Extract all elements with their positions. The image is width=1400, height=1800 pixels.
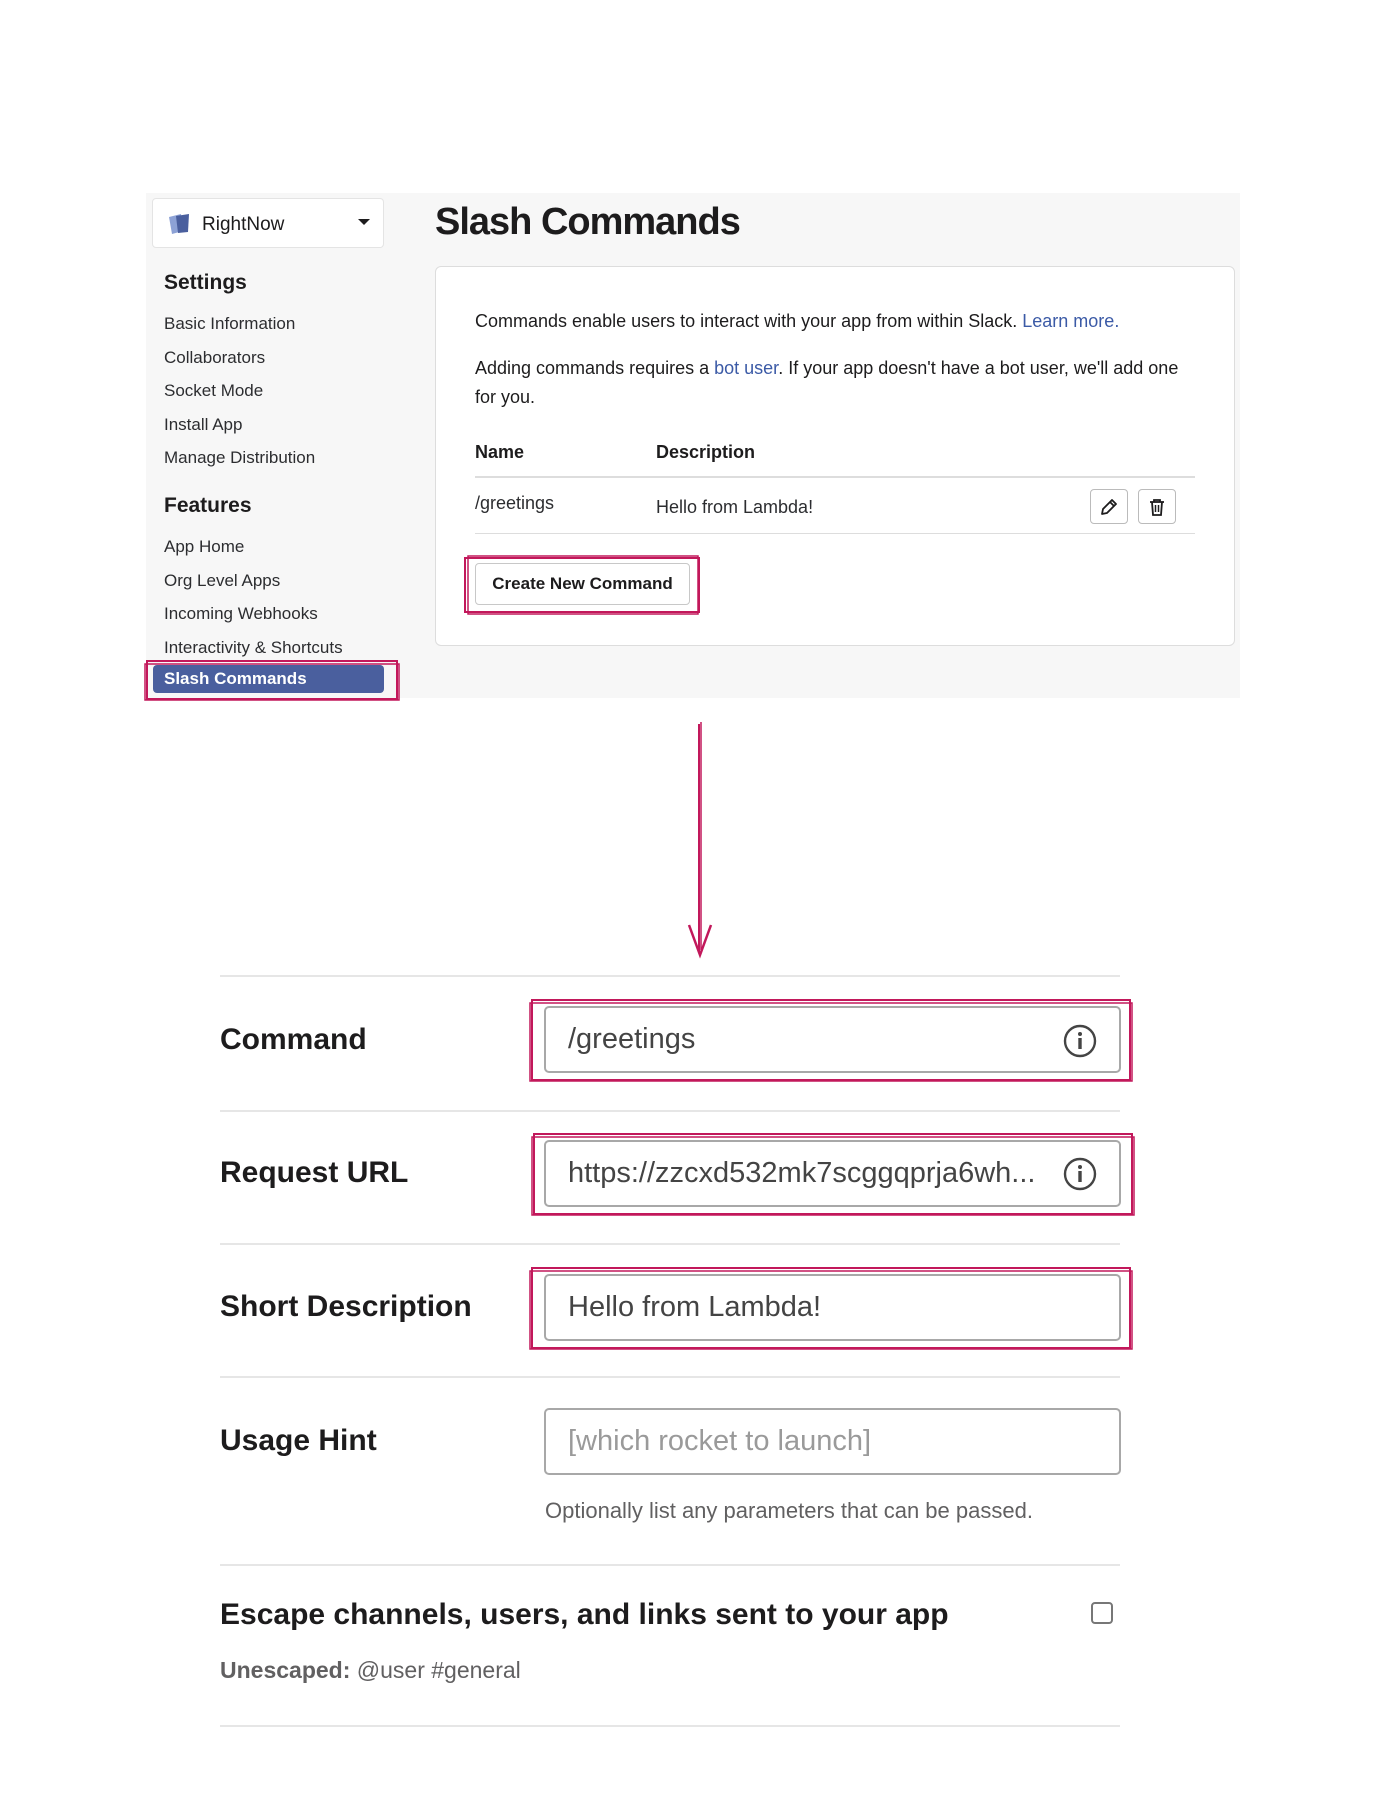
command-description-cell: Hello from Lambda! xyxy=(656,497,814,517)
sidebar-item-collaborators[interactable]: Collaborators xyxy=(164,348,265,368)
sidebar-item-install-app[interactable]: Install App xyxy=(164,415,242,435)
sidebar-item-basic-information[interactable]: Basic Information xyxy=(164,314,295,334)
short-description-label: Short Description xyxy=(220,1290,472,1323)
create-new-command-button[interactable]: Create New Command xyxy=(475,563,690,605)
short-description-input[interactable] xyxy=(544,1274,1121,1341)
sidebar-item-interactivity-shortcuts[interactable]: Interactivity & Shortcuts xyxy=(164,638,343,658)
usage-hint-help-text: Optionally list any parameters that can … xyxy=(545,1498,1033,1523)
command-name-cell: /greetings xyxy=(475,493,555,513)
app-logo-icon xyxy=(169,214,189,234)
sidebar-item-incoming-webhooks[interactable]: Incoming Webhooks xyxy=(164,604,318,624)
sidebar-item-slash-commands[interactable]: Slash Commands xyxy=(153,665,384,693)
unescaped-example: Unescaped: @user #general xyxy=(220,1657,521,1683)
request-url-label: Request URL xyxy=(220,1156,409,1189)
pencil-icon xyxy=(1101,498,1117,515)
intro-text: Commands enable users to interact with y… xyxy=(475,311,1120,331)
form-divider xyxy=(220,1725,1120,1727)
table-header-divider xyxy=(475,476,1195,478)
sidebar-heading-features: Features xyxy=(164,494,252,517)
edit-command-button[interactable] xyxy=(1090,489,1128,524)
column-header-description: Description xyxy=(656,442,756,462)
table-row-divider xyxy=(475,533,1195,534)
app-selector-dropdown[interactable]: RightNow xyxy=(152,198,384,248)
info-icon[interactable] xyxy=(1063,1157,1097,1191)
command-input[interactable] xyxy=(544,1006,1121,1073)
app-name: RightNow xyxy=(202,214,285,235)
usage-hint-label: Usage Hint xyxy=(220,1424,377,1457)
trash-icon xyxy=(1150,498,1164,516)
sidebar-item-socket-mode[interactable]: Socket Mode xyxy=(164,381,263,401)
form-divider xyxy=(220,1110,1120,1112)
bot-user-link[interactable]: bot user xyxy=(714,358,778,378)
escape-option-label: Escape channels, users, and links sent t… xyxy=(220,1598,949,1631)
form-divider xyxy=(220,1564,1120,1566)
column-header-name: Name xyxy=(475,442,525,462)
sidebar-item-org-level-apps[interactable]: Org Level Apps xyxy=(164,571,280,591)
delete-command-button[interactable] xyxy=(1138,489,1176,524)
down-arrow-icon xyxy=(687,722,713,959)
sidebar-item-app-home[interactable]: App Home xyxy=(164,537,244,557)
form-divider xyxy=(220,1376,1120,1378)
form-divider xyxy=(220,1243,1120,1245)
form-divider xyxy=(220,975,1120,977)
chevron-down-icon xyxy=(358,219,370,225)
usage-hint-input[interactable] xyxy=(544,1408,1121,1475)
learn-more-link[interactable]: Learn more. xyxy=(1022,311,1119,331)
page-title: Slash Commands xyxy=(435,201,741,243)
request-url-input[interactable] xyxy=(544,1140,1121,1207)
sidebar-item-manage-distribution[interactable]: Manage Distribution xyxy=(164,448,315,468)
info-icon[interactable] xyxy=(1063,1024,1097,1058)
command-label: Command xyxy=(220,1023,367,1056)
escape-checkbox[interactable] xyxy=(1091,1602,1113,1624)
sidebar-heading-settings: Settings xyxy=(164,271,247,294)
bot-user-note: Adding commands requires a bot user. If … xyxy=(475,358,1179,407)
